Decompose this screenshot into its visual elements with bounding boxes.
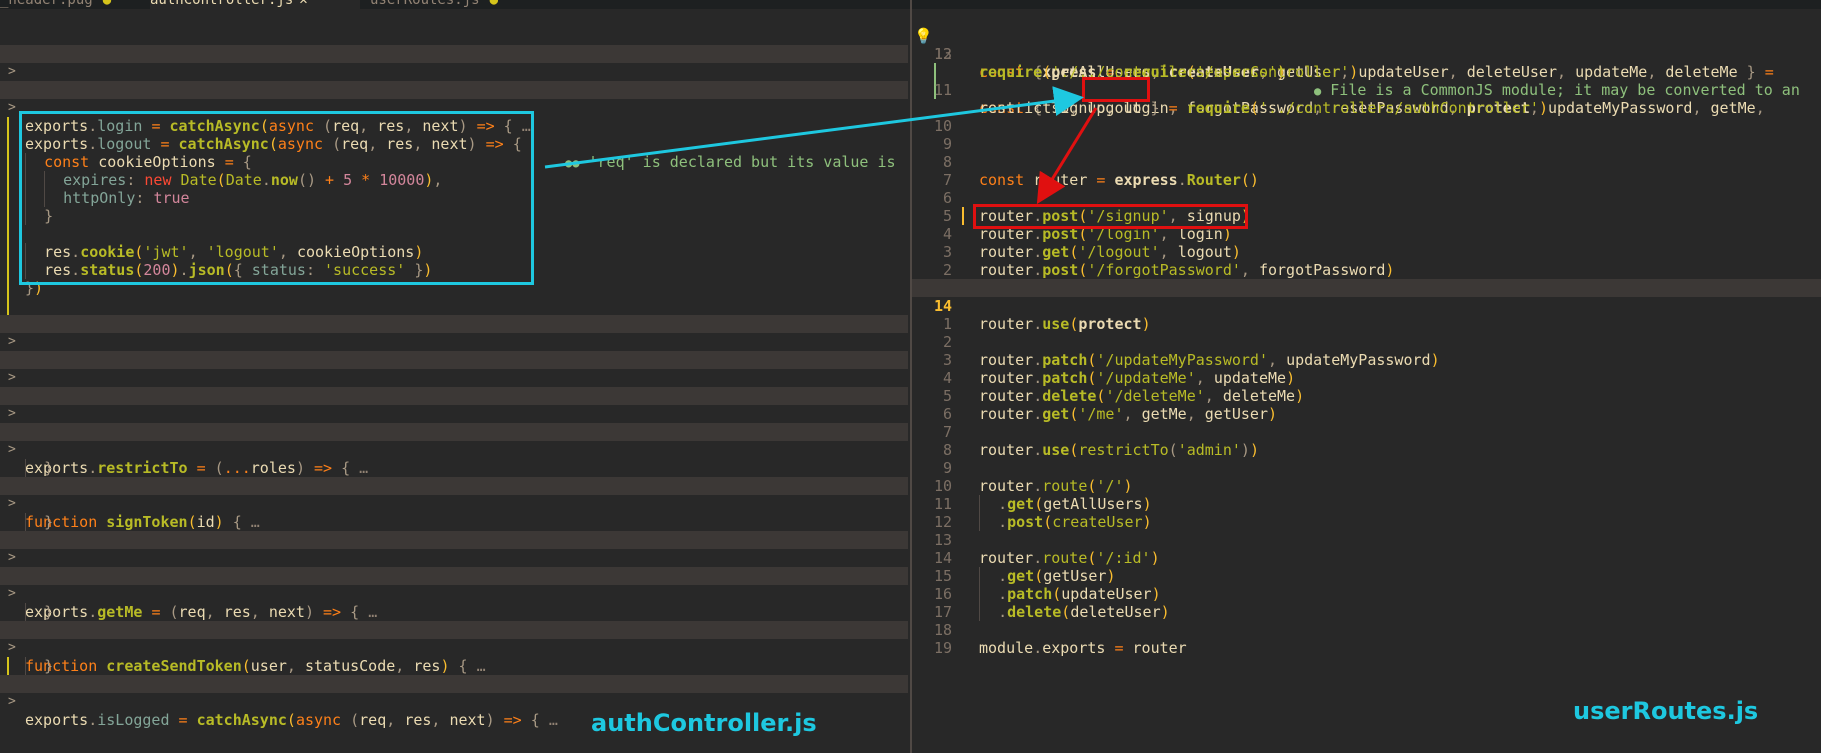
user-routes-caption: userRoutes.js (1573, 697, 1759, 725)
auth-controller-caption: authController.js (591, 709, 817, 737)
cyan-arrow (544, 86, 1084, 169)
red-arrow (1036, 107, 1098, 205)
annotation-arrows (544, 86, 1098, 205)
